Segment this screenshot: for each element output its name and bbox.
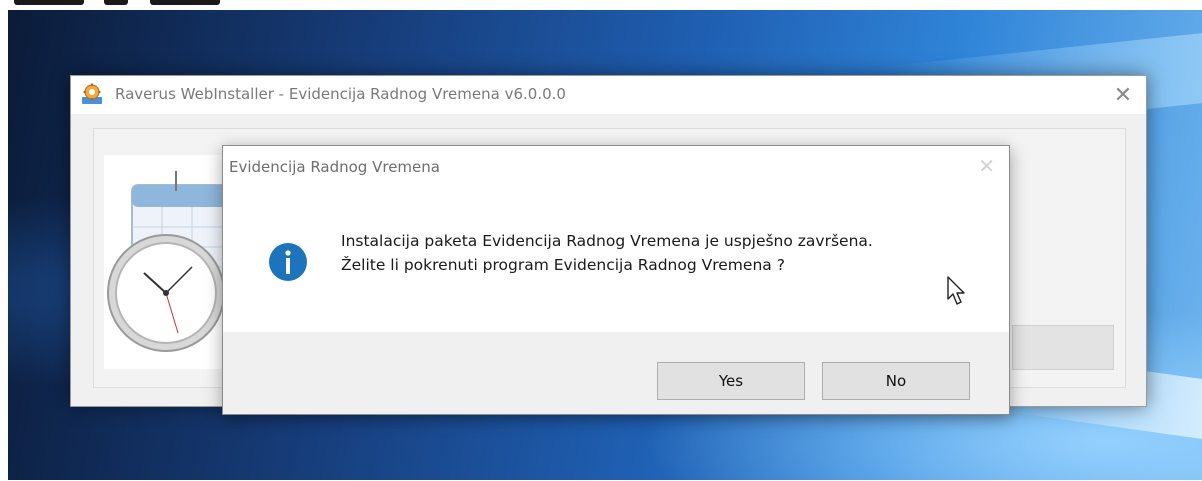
dialog-message-line1: Instalacija paketa Evidencija Radnog Vre… <box>341 232 873 250</box>
close-icon: ✕ <box>1113 82 1133 108</box>
installer-progress-panel <box>1012 325 1114 370</box>
yes-button[interactable]: Yes <box>657 362 805 400</box>
no-button[interactable]: No <box>822 362 970 400</box>
installer-close-button[interactable]: ✕ <box>1100 76 1146 114</box>
calendar-clock-illustration <box>107 171 233 352</box>
info-icon <box>269 243 307 281</box>
mouse-cursor-icon <box>947 276 965 305</box>
message-dialog: Evidencija Radnog Vremena ✕ Instalacija … <box>222 145 1010 415</box>
installer-titlebar: Raverus WebInstaller - Evidencija Radnog… <box>71 76 1146 114</box>
cropped-heading-fragment <box>0 0 260 10</box>
dialog-caption: Evidencija Radnog Vremena <box>229 158 440 176</box>
dialog-button-bar: Yes No <box>223 332 1009 414</box>
dialog-close-icon[interactable]: ✕ <box>978 154 995 178</box>
installer-image-panel <box>104 155 234 369</box>
gear-installer-icon <box>82 83 102 104</box>
dialog-message: Instalacija paketa Evidencija Radnog Vre… <box>341 229 873 277</box>
dialog-message-line2: Želite li pokrenuti program Evidencija R… <box>341 256 785 274</box>
installer-title: Raverus WebInstaller - Evidencija Radnog… <box>115 85 566 103</box>
